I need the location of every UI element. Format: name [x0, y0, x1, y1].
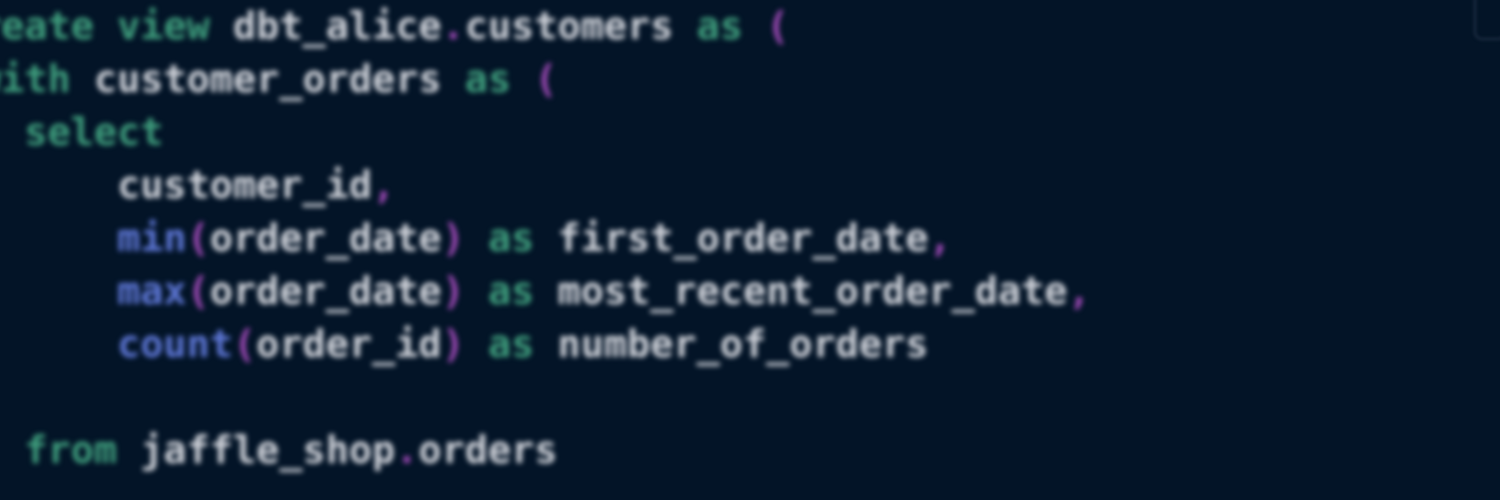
code-line[interactable]: with customer_orders as ( — [0, 53, 1091, 106]
code-token-punctuation: ) — [441, 216, 465, 261]
code-token-punctuation: ) — [441, 322, 465, 367]
code-token-identifier: order_date — [209, 269, 442, 314]
code-token-keyword: from — [24, 428, 118, 473]
code-token-punctuation: ( — [232, 322, 257, 367]
code-editor[interactable]: reate view dbt_alice.customers as (with … — [0, 0, 1500, 500]
code-token-function: max — [117, 269, 187, 314]
code-token-punctuation: . — [441, 4, 465, 49]
code-token-keyword: as — [487, 216, 535, 261]
code-line[interactable]: from jaffle_shop.orders — [0, 424, 1091, 477]
code-token-identifier: customers — [464, 4, 674, 49]
code-token-punctuation: , — [372, 163, 396, 208]
code-token-identifier — [673, 4, 696, 49]
code-token-identifier — [0, 428, 24, 473]
code-token-identifier: order_id — [256, 322, 442, 367]
code-token-identifier — [465, 269, 488, 314]
code-token-identifier — [0, 269, 117, 314]
code-token-keyword: as — [696, 4, 743, 49]
code-token-keyword: reate — [0, 4, 94, 49]
scrollbar-thumb[interactable] — [1474, 0, 1500, 40]
code-token-identifier — [94, 4, 117, 49]
code-token-punctuation: , — [928, 216, 952, 261]
code-token-identifier: order_date — [209, 216, 442, 261]
code-token-identifier — [743, 4, 766, 49]
code-line[interactable]: min(order_date) as first_order_date, — [0, 212, 1091, 265]
code-token-identifier — [465, 322, 488, 367]
code-line[interactable]: max(order_date) as most_recent_order_dat… — [0, 265, 1091, 318]
code-token-punctuation: , — [1067, 269, 1091, 314]
code-token-identifier: number_of_orders — [534, 322, 929, 367]
code-token-keyword: view — [117, 4, 210, 49]
code-line[interactable]: customer_id, — [0, 159, 1091, 212]
code-token-identifier — [511, 57, 534, 102]
code-token-identifier: most_recent_order_date — [534, 269, 1068, 314]
code-token-identifier: first_order_date — [534, 216, 929, 261]
code-token-function: count — [117, 322, 233, 367]
code-token-punctuation: ( — [186, 269, 210, 314]
code-token-punctuation: ( — [534, 57, 558, 102]
sql-code-block[interactable]: reate view dbt_alice.customers as (with … — [0, 0, 1091, 477]
code-token-punctuation: . — [395, 428, 419, 473]
code-token-keyword: with — [0, 57, 71, 102]
code-token-identifier: customer_id — [0, 163, 373, 208]
code-line[interactable]: count(order_id) as number_of_orders — [0, 318, 1091, 371]
code-token-function: min — [117, 216, 187, 261]
code-line[interactable] — [0, 371, 1091, 424]
code-token-punctuation: ( — [766, 4, 790, 49]
code-token-identifier — [0, 216, 117, 261]
code-token-identifier: customer_orders — [70, 57, 465, 102]
code-token-punctuation: ) — [441, 269, 465, 314]
code-token-identifier — [465, 216, 488, 261]
code-token-identifier — [0, 110, 24, 155]
code-token-identifier: dbt_alice — [209, 4, 442, 49]
code-token-keyword: as — [464, 57, 512, 102]
code-token-punctuation: ( — [186, 216, 210, 261]
code-line[interactable]: reate view dbt_alice.customers as ( — [0, 0, 1091, 53]
code-token-identifier: jaffle_shop — [117, 428, 396, 473]
code-token-identifier — [0, 322, 117, 367]
code-token-keyword: select — [24, 110, 164, 155]
code-token-identifier: orders — [418, 428, 558, 473]
code-token-keyword: as — [487, 269, 535, 314]
code-token-keyword: as — [487, 322, 535, 367]
code-line[interactable]: select — [0, 106, 1091, 159]
